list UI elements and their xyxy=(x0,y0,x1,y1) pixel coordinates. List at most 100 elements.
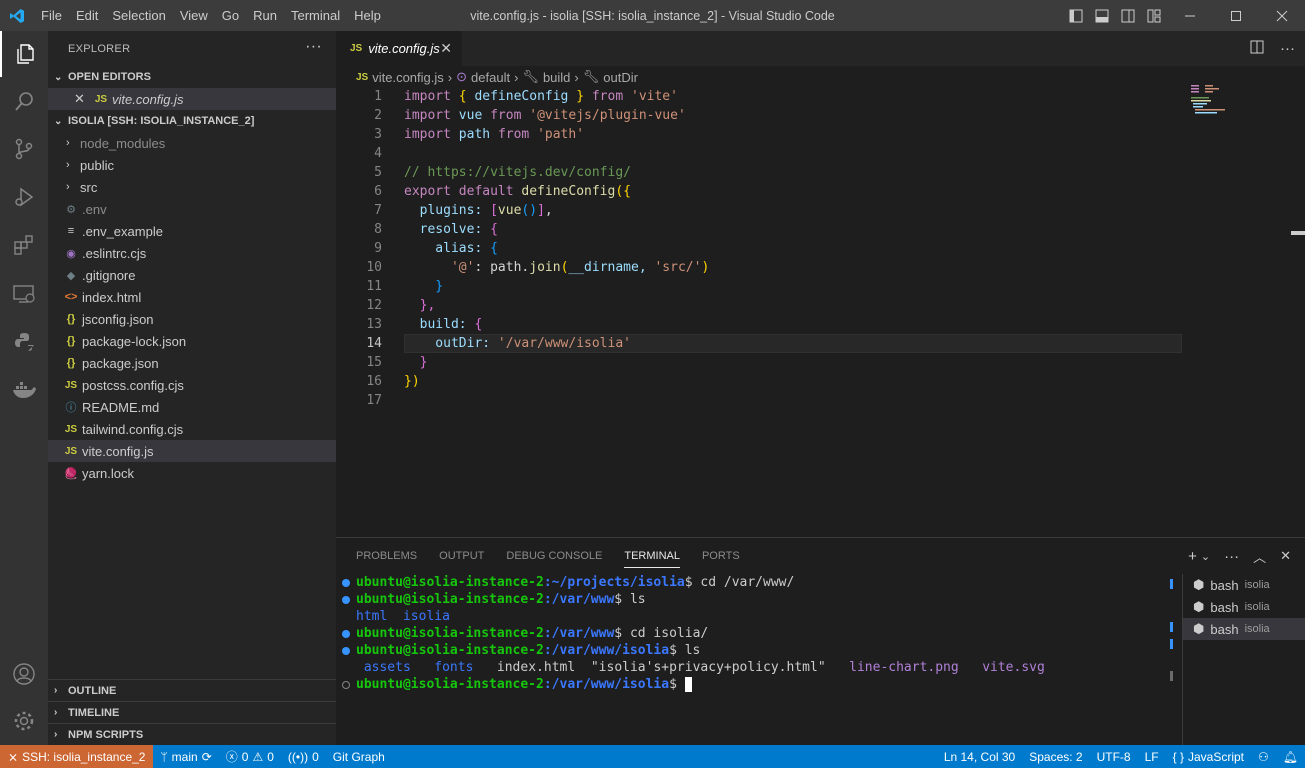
language-mode[interactable]: { } JavaScript xyxy=(1166,745,1251,768)
tab-terminal[interactable]: TERMINAL xyxy=(624,538,680,574)
search-icon[interactable] xyxy=(0,79,48,125)
tree-item-eslintrc[interactable]: ◉ .eslintrc.cjs xyxy=(48,242,336,264)
npm-scripts-section[interactable]: › NPM SCRIPTS xyxy=(48,723,336,745)
encoding[interactable]: UTF-8 xyxy=(1090,745,1138,768)
cursor-position[interactable]: Ln 14, Col 30 xyxy=(937,745,1022,768)
account-icon[interactable] xyxy=(0,651,48,697)
toggle-secondary-sidebar-icon[interactable] xyxy=(1115,0,1141,31)
tree-item-jsconfig[interactable]: {} jsconfig.json xyxy=(48,308,336,330)
notifications-icon[interactable]: 🔔︎ xyxy=(1276,745,1305,768)
explorer-icon[interactable] xyxy=(0,31,48,77)
tree-item-package-json[interactable]: {} package.json xyxy=(48,352,336,374)
tree-item-package-lock[interactable]: {} package-lock.json xyxy=(48,330,336,352)
wrench-icon: 🔧︎ xyxy=(522,69,539,84)
end-of-line[interactable]: LF xyxy=(1138,745,1166,768)
terminal-session[interactable]: ⬢ bash isolia xyxy=(1183,618,1305,640)
menu-terminal[interactable]: Terminal xyxy=(284,0,347,31)
command-success-icon[interactable] xyxy=(342,579,350,587)
tree-item-postcss[interactable]: JS postcss.config.cjs xyxy=(48,374,336,396)
new-terminal-icon[interactable]: + xyxy=(1188,548,1197,565)
tree-item-tailwind[interactable]: JS tailwind.config.cjs xyxy=(48,418,336,440)
tree-item-env[interactable]: ⚙ .env xyxy=(48,198,336,220)
more-actions-icon[interactable]: ··· xyxy=(1280,40,1295,57)
command-success-icon[interactable] xyxy=(342,630,350,638)
tree-item-gitignore[interactable]: ◆ .gitignore xyxy=(48,264,336,286)
run-debug-icon[interactable] xyxy=(0,174,48,220)
more-actions-icon[interactable]: ··· xyxy=(1224,548,1239,565)
split-editor-icon[interactable] xyxy=(1250,40,1264,57)
open-editor-item[interactable]: ✕ JS vite.config.js xyxy=(48,88,336,110)
minimap[interactable] xyxy=(1191,85,1235,115)
timeline-section[interactable]: › TIMELINE xyxy=(48,701,336,723)
symbol-icon: ⊙ xyxy=(456,69,468,84)
tree-item-index-html[interactable]: <> index.html xyxy=(48,286,336,308)
menu-selection[interactable]: Selection xyxy=(105,0,172,31)
warning-icon: ⚠ xyxy=(252,749,264,764)
menu-help[interactable]: Help xyxy=(347,0,388,31)
menu-go[interactable]: Go xyxy=(215,0,246,31)
tab-problems[interactable]: PROBLEMS xyxy=(356,538,417,574)
terminal-session[interactable]: ⬢ bash isolia xyxy=(1183,574,1305,596)
maximize-icon[interactable] xyxy=(1213,0,1259,31)
tree-item-vite-config[interactable]: JS vite.config.js xyxy=(48,440,336,462)
menu-run[interactable]: Run xyxy=(246,0,284,31)
command-success-icon[interactable] xyxy=(342,647,350,655)
extensions-icon[interactable] xyxy=(0,222,48,268)
tab-debug-console[interactable]: DEBUG CONSOLE xyxy=(506,538,602,574)
breadcrumb-file[interactable]: vite.config.js xyxy=(372,70,444,85)
toggle-panel-icon[interactable] xyxy=(1089,0,1115,31)
breadcrumb-symbol[interactable]: outDir xyxy=(603,70,638,85)
maximize-panel-icon[interactable]: ︿ xyxy=(1253,547,1266,566)
close-tab-icon[interactable]: ✕ xyxy=(440,40,452,57)
terminal-session[interactable]: ⬢ bash isolia xyxy=(1183,596,1305,618)
close-window-icon[interactable] xyxy=(1259,0,1305,31)
tab-vite-config[interactable]: JS vite.config.js ✕ xyxy=(336,31,462,66)
terminal[interactable]: ubuntu@isolia-instance-2:~/projects/isol… xyxy=(336,574,1182,746)
toggle-primary-sidebar-icon[interactable] xyxy=(1063,0,1089,31)
close-editor-icon[interactable]: ✕ xyxy=(74,91,92,107)
remote-indicator[interactable]: ⨯ SSH: isolia_instance_2 xyxy=(0,745,154,768)
ports-indicator[interactable]: ((•)) 0 xyxy=(281,745,326,768)
timeline-label: TIMELINE xyxy=(68,706,120,719)
customize-layout-icon[interactable] xyxy=(1141,0,1167,31)
indentation[interactable]: Spaces: 2 xyxy=(1022,745,1089,768)
workspace-section[interactable]: ⌄ ISOLIA [SSH: ISOLIA_INSTANCE_2] xyxy=(48,110,336,132)
python-icon[interactable] xyxy=(0,319,48,365)
open-editors-section[interactable]: ⌄ OPEN EDITORS xyxy=(48,66,336,88)
scrollbar[interactable] xyxy=(1291,231,1305,235)
npm-scripts-label: NPM SCRIPTS xyxy=(68,728,144,741)
tree-item-env-example[interactable]: ≡ .env_example xyxy=(48,220,336,242)
manage-gear-icon[interactable] xyxy=(0,698,48,744)
scrollbar-marker xyxy=(1170,622,1173,632)
command-success-icon[interactable] xyxy=(342,596,350,604)
source-control-icon[interactable] xyxy=(0,126,48,172)
tree-item-src[interactable]: › src xyxy=(48,176,336,198)
git-graph-button[interactable]: Git Graph xyxy=(326,745,392,768)
tree-item-label: jsconfig.json xyxy=(82,311,154,327)
docker-icon[interactable] xyxy=(0,367,48,413)
breadcrumb-symbol[interactable]: build xyxy=(543,70,570,85)
js-icon: JS xyxy=(64,379,78,391)
menu-file[interactable]: File xyxy=(34,0,69,31)
vscode-logo-icon[interactable] xyxy=(0,0,34,31)
tab-ports[interactable]: PORTS xyxy=(702,538,740,574)
tree-item-readme[interactable]: ⓘ README.md xyxy=(48,396,336,418)
tree-item-public[interactable]: › public xyxy=(48,154,336,176)
branch-indicator[interactable]: ᛘ main ⟳ xyxy=(153,745,218,768)
menu-view[interactable]: View xyxy=(173,0,215,31)
tab-output[interactable]: OUTPUT xyxy=(439,538,484,574)
tree-item-yarn-lock[interactable]: 🧶 yarn.lock xyxy=(48,462,336,484)
live-share-icon[interactable]: ⚇ xyxy=(1251,745,1276,768)
chevron-down-icon[interactable]: ⌄ xyxy=(1201,550,1210,563)
problems-indicator[interactable]: ⓧ 0 ⚠ 0 xyxy=(219,745,281,768)
remote-explorer-icon[interactable] xyxy=(0,271,48,317)
menu-edit[interactable]: Edit xyxy=(69,0,105,31)
more-actions-icon[interactable]: ··· xyxy=(305,38,322,56)
breadcrumb-symbol[interactable]: default xyxy=(471,70,510,85)
tree-item-node-modules[interactable]: › node_modules xyxy=(48,132,336,154)
open-editors-label: OPEN EDITORS xyxy=(68,71,151,83)
file-tree: › node_modules › public › src ⚙ .env ≡ .env_e… xyxy=(48,132,336,484)
outline-section[interactable]: › OUTLINE xyxy=(48,679,336,701)
minimize-icon[interactable] xyxy=(1167,0,1213,31)
close-panel-icon[interactable]: ✕ xyxy=(1280,548,1291,564)
